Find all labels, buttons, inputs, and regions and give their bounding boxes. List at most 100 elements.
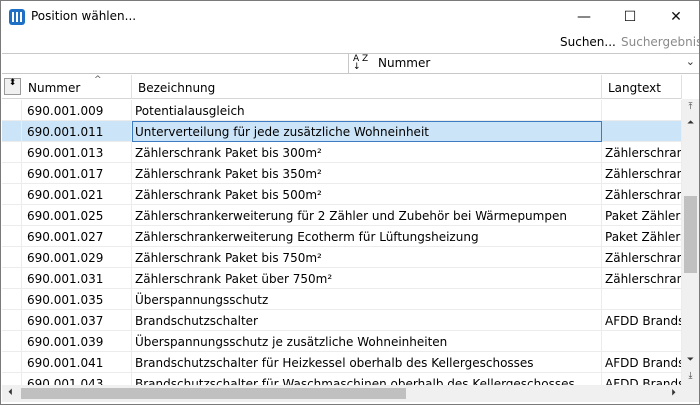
cell-bezeichnung[interactable]: Zählerschrank Paket über 750m²	[132, 268, 602, 289]
table-row[interactable]: 690.001.011 Unterverteilung für jede zusä…	[2, 121, 682, 142]
cell-nummer[interactable]: 690.001.021	[22, 184, 132, 205]
cell-bezeichnung[interactable]: Brandschutzschalter für Waschmaschinen o…	[132, 373, 602, 385]
cell-bezeichnung[interactable]: Zählerschrank Paket bis 300m²	[132, 142, 602, 163]
scroll-up-icon[interactable]: ⏶	[682, 115, 699, 132]
cell-nummer[interactable]: 690.001.027	[22, 226, 132, 247]
row-selector-cell[interactable]	[2, 247, 22, 268]
cell-nummer[interactable]: 690.001.039	[22, 331, 132, 352]
cell-langtext[interactable]: Paket Zählersc	[602, 226, 682, 247]
cell-nummer[interactable]: 690.001.031	[22, 268, 132, 289]
cell-bezeichnung[interactable]: Potentialausgleich	[132, 100, 602, 121]
row-selector-cell[interactable]	[2, 331, 22, 352]
row-selector-cell[interactable]	[2, 100, 22, 121]
horizontal-scroll-thumb[interactable]	[21, 388, 406, 399]
column-header-nummer[interactable]: Nummer ^	[22, 75, 132, 99]
cell-bezeichnung[interactable]: Zählerschrankerweiterung für 2 Zähler un…	[132, 205, 602, 226]
row-selector-cell[interactable]	[2, 352, 22, 373]
row-selector-cell[interactable]	[2, 142, 22, 163]
cell-langtext[interactable]: Paket Zählersc	[602, 205, 682, 226]
vertical-scroll-thumb[interactable]	[684, 196, 697, 274]
table-row[interactable]: 690.001.027 Zählerschrankerweiterung Ecot…	[2, 226, 682, 247]
table-row[interactable]: 690.001.029 Zählerschrank Paket bis 750m²…	[2, 247, 682, 268]
cell-bezeichnung[interactable]: Zählerschrank Paket bis 500m²	[132, 184, 602, 205]
window-title: Position wählen...	[31, 9, 137, 23]
toolbar: Suchen... Suchergebnis	[1, 32, 699, 52]
cell-nummer[interactable]: 690.001.041	[22, 352, 132, 373]
column-header-bezeichnung[interactable]: Bezeichnung	[132, 75, 602, 99]
search-result-button[interactable]: Suchergebnis	[621, 35, 699, 49]
dialog-window: Position wählen... — ☐ ✕ Suchen... Suche…	[0, 0, 700, 405]
row-selector-cell[interactable]	[2, 268, 22, 289]
cell-langtext[interactable]	[602, 121, 682, 142]
horizontal-scrollbar[interactable]: ⏴ ⏵	[2, 385, 682, 402]
table-row[interactable]: 690.001.017 Zählerschrank Paket bis 350m²…	[2, 163, 682, 184]
table-row[interactable]: 690.001.037 Brandschutzschalter AFDD Brand…	[2, 310, 682, 331]
table-row[interactable]: 690.001.025 Zählerschrankerweiterung für …	[2, 205, 682, 226]
chevron-down-icon[interactable]: ⌄	[686, 55, 695, 68]
close-button[interactable]: ✕	[653, 1, 699, 32]
table-row[interactable]: 690.001.041 Brandschutzschalter für Heizk…	[2, 352, 682, 373]
row-selector-cell[interactable]	[2, 163, 22, 184]
scroll-bottom-icon[interactable]: ⤓	[682, 368, 699, 385]
cell-bezeichnung[interactable]: Überspannungsschutz	[132, 289, 602, 310]
row-selector-cell[interactable]	[2, 310, 22, 331]
cell-langtext[interactable]	[602, 100, 682, 121]
cell-langtext[interactable]: AFDD Brandsc	[602, 352, 682, 373]
cell-nummer[interactable]: 690.001.009	[22, 100, 132, 121]
search-button[interactable]: Suchen...	[560, 35, 616, 49]
cell-nummer[interactable]: 690.001.043	[22, 373, 132, 385]
table-row[interactable]: 690.001.043 Brandschutzschalter für Wasch…	[2, 373, 682, 385]
cell-langtext[interactable]: Zählerschrank	[602, 142, 682, 163]
column-header-nummer-label: Nummer	[28, 81, 81, 95]
table-row[interactable]: 690.001.035 Überspannungsschutz	[2, 289, 682, 310]
row-selector-cell[interactable]	[2, 184, 22, 205]
table-row[interactable]: 690.001.013 Zählerschrank Paket bis 300m²…	[2, 142, 682, 163]
cell-nummer[interactable]: 690.001.011	[22, 121, 132, 142]
maximize-button[interactable]: ☐	[607, 1, 653, 32]
table-row[interactable]: 690.001.039 Überspannungsschutz je zusätz…	[2, 331, 682, 352]
cell-langtext[interactable]: AFDD Brandsc	[602, 373, 682, 385]
cell-bezeichnung[interactable]: Unterverteilung für jede zusätzliche Woh…	[132, 121, 602, 142]
sort-bar: A Z ↓ Nummer ⌄	[2, 53, 699, 74]
scroll-down-icon[interactable]: ⏷	[682, 352, 699, 369]
table-header: ⬍ Nummer ^ Bezeichnung Langtext	[2, 75, 682, 99]
cell-langtext[interactable]: Zählerschrank	[602, 184, 682, 205]
cell-bezeichnung[interactable]: Brandschutzschalter für Heizkessel oberh…	[132, 352, 602, 373]
row-selector-cell[interactable]	[2, 226, 22, 247]
sort-az-icon[interactable]: A Z ↓	[353, 55, 373, 72]
cell-nummer[interactable]: 690.001.029	[22, 247, 132, 268]
cell-bezeichnung[interactable]: Zählerschrankerweiterung Ecotherm für Lü…	[132, 226, 602, 247]
table-row[interactable]: 690.001.031 Zählerschrank Paket über 750m…	[2, 268, 682, 289]
cell-langtext[interactable]: Zählerschrank	[602, 163, 682, 184]
cell-bezeichnung[interactable]: Überspannungsschutz je zusätzliche Wohne…	[132, 331, 602, 352]
minimize-button[interactable]: —	[561, 1, 607, 32]
cell-langtext[interactable]: Zählerschrank	[602, 247, 682, 268]
column-header-langtext[interactable]: Langtext	[602, 75, 682, 99]
cell-nummer[interactable]: 690.001.035	[22, 289, 132, 310]
grid-app-icon	[9, 9, 25, 25]
filter-input[interactable]	[2, 54, 349, 73]
row-selector-cell[interactable]	[2, 121, 22, 142]
cell-nummer[interactable]: 690.001.025	[22, 205, 132, 226]
cell-langtext[interactable]	[602, 289, 682, 310]
table-row[interactable]: 690.001.021 Zählerschrank Paket bis 500m²…	[2, 184, 682, 205]
cell-nummer[interactable]: 690.001.013	[22, 142, 132, 163]
cell-bezeichnung[interactable]: Zählerschrank Paket bis 350m²	[132, 163, 602, 184]
vertical-scrollbar[interactable]: ⤒ ⏶ ⏷ ⤓	[682, 99, 699, 385]
cell-nummer[interactable]: 690.001.017	[22, 163, 132, 184]
row-selector-cell[interactable]	[2, 205, 22, 226]
cell-langtext[interactable]	[602, 331, 682, 352]
scroll-left-icon[interactable]: ⏴	[2, 385, 19, 402]
cell-langtext[interactable]: Zählerschrank	[602, 268, 682, 289]
column-selector-icon[interactable]: ⬍	[4, 78, 21, 95]
title-bar: Position wählen... — ☐ ✕	[1, 1, 699, 32]
cell-langtext[interactable]: AFDD Brandsc	[602, 310, 682, 331]
table-row[interactable]: 690.001.009 Potentialausgleich	[2, 100, 682, 121]
row-selector-cell[interactable]	[2, 373, 22, 385]
cell-bezeichnung[interactable]: Brandschutzschalter	[132, 310, 602, 331]
scroll-top-icon[interactable]: ⤒	[682, 99, 699, 116]
row-selector-cell[interactable]	[2, 289, 22, 310]
scroll-right-icon[interactable]: ⏵	[665, 385, 682, 402]
cell-nummer[interactable]: 690.001.037	[22, 310, 132, 331]
cell-bezeichnung[interactable]: Zählerschrank Paket bis 750m²	[132, 247, 602, 268]
